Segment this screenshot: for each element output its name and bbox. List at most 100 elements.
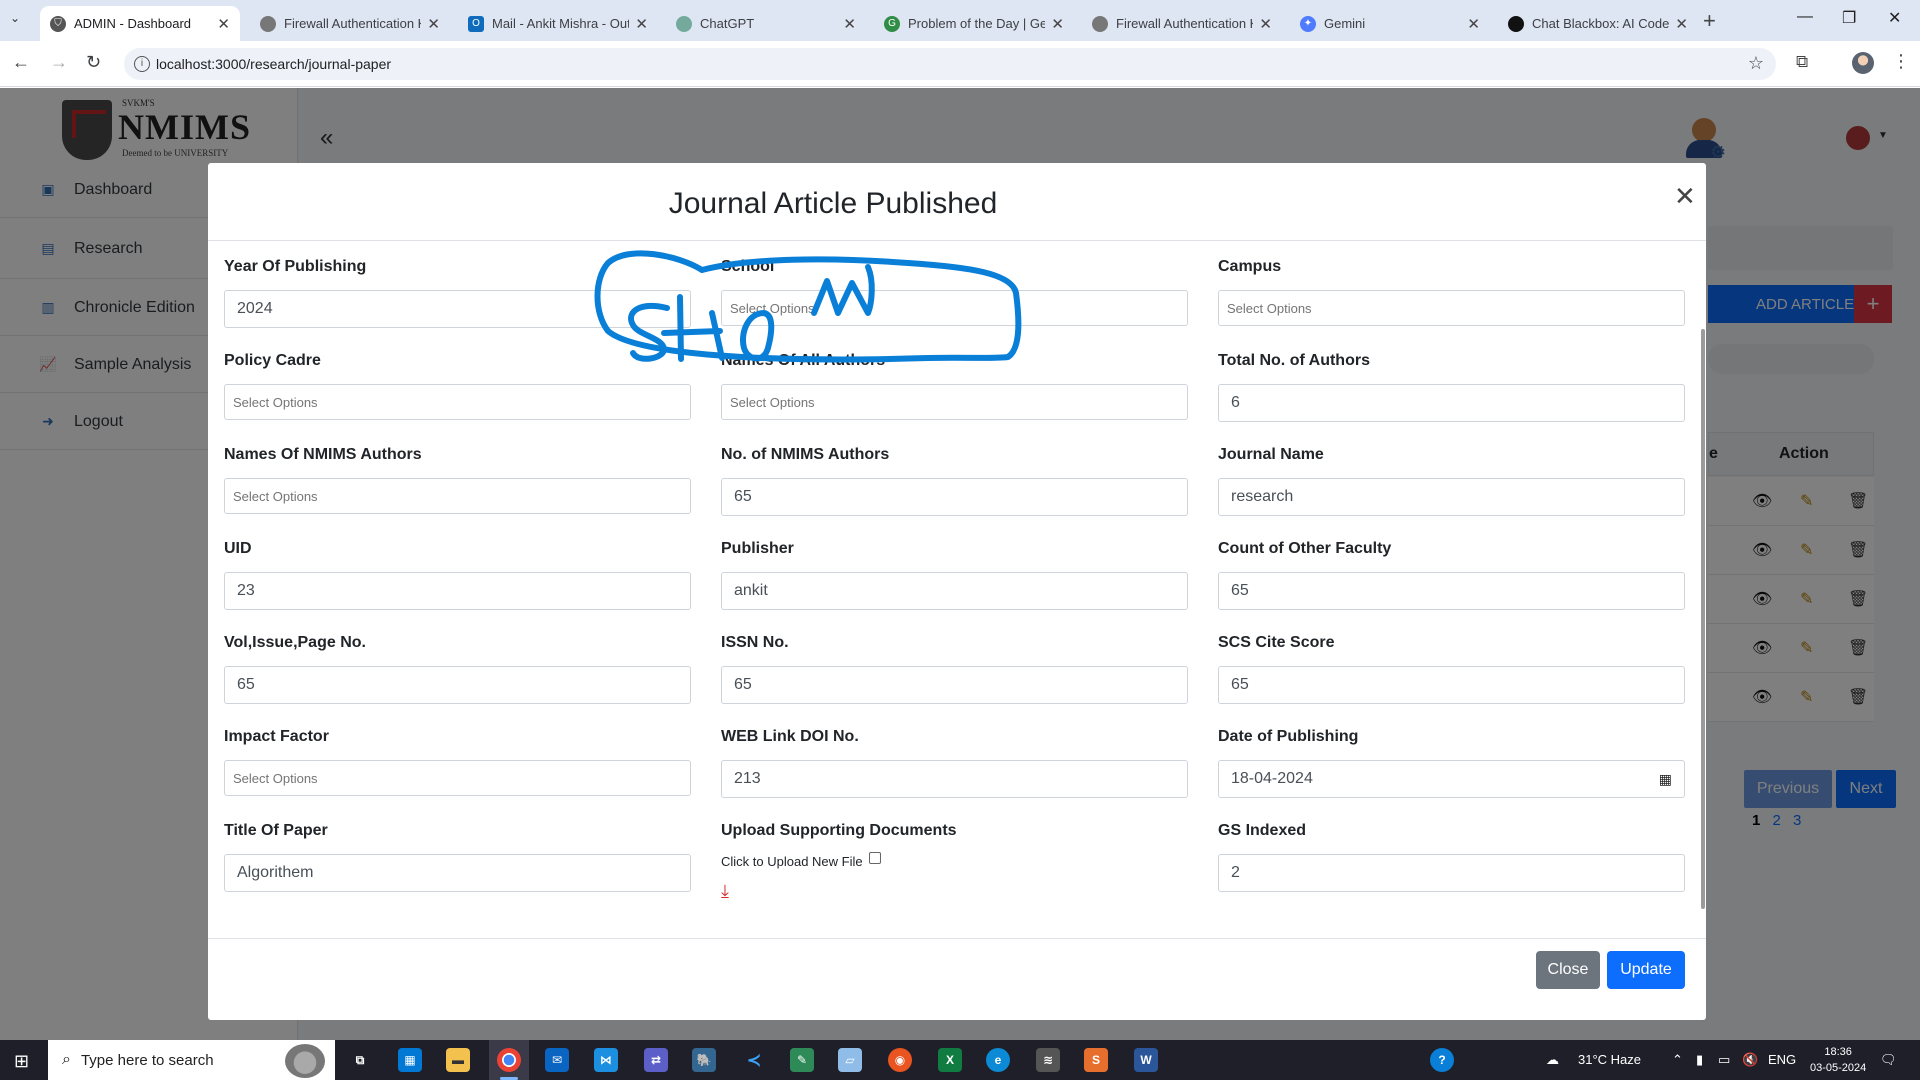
all-authors-select[interactable]: Select Options bbox=[721, 384, 1188, 420]
update-button[interactable]: Update bbox=[1607, 951, 1685, 989]
calendar-icon[interactable]: ▦ bbox=[1659, 771, 1672, 788]
windows-taskbar: ⊞ ⌕ Type here to search ⧉ ▦ ▬ ✉ ⋈ ⇄ 🐘 ≺ … bbox=[0, 1040, 1920, 1080]
system-clock[interactable]: 18:36 03-05-2024 bbox=[1810, 1044, 1866, 1076]
field-label: Total No. of Authors bbox=[1218, 352, 1370, 369]
nmims-authors-count-input[interactable]: 65 bbox=[721, 478, 1188, 516]
campus-select[interactable]: Select Options bbox=[1218, 290, 1685, 326]
windows-start-icon[interactable]: ⊞ bbox=[14, 1051, 29, 1072]
ubuntu-icon[interactable]: ◉ bbox=[888, 1048, 912, 1072]
modal-scrollbar[interactable] bbox=[1701, 329, 1705, 909]
doi-input[interactable]: 213 bbox=[721, 760, 1188, 798]
browser-menu-icon[interactable]: ⋮ bbox=[1892, 51, 1910, 72]
policy-cadre-select[interactable]: Select Options bbox=[224, 384, 691, 420]
taskbar-search[interactable]: ⌕ Type here to search bbox=[48, 1040, 335, 1080]
shield-favicon-icon: ⛉ bbox=[50, 15, 66, 32]
close-tab-icon[interactable]: ✕ bbox=[427, 15, 440, 33]
total-authors-input[interactable]: 6 bbox=[1218, 384, 1685, 422]
close-tab-icon[interactable]: ✕ bbox=[1051, 15, 1064, 33]
title-input[interactable]: Algorithem bbox=[224, 854, 691, 892]
field-label: Date of Publishing bbox=[1218, 728, 1359, 745]
weather-icon[interactable]: ☁ bbox=[1546, 1052, 1559, 1068]
bookmark-star-icon[interactable]: ☆ bbox=[1748, 53, 1764, 74]
profile-avatar[interactable] bbox=[1852, 52, 1874, 74]
file-explorer-icon[interactable]: ▬ bbox=[446, 1048, 470, 1072]
upload-checkbox[interactable] bbox=[868, 851, 881, 864]
close-icon[interactable]: ✕ bbox=[1674, 181, 1696, 212]
close-tab-icon[interactable]: ✕ bbox=[635, 15, 648, 33]
browser-tabstrip: ⌄ ⛉ ADMIN - Dashboard ✕ Firewall Authent… bbox=[0, 0, 1920, 41]
journal-name-input[interactable]: research bbox=[1218, 478, 1685, 516]
minimize-icon[interactable]: — bbox=[1797, 8, 1813, 26]
notepadpp-icon[interactable]: ✎ bbox=[790, 1048, 814, 1072]
nmims-authors-select[interactable]: Select Options bbox=[224, 478, 691, 514]
close-tab-icon[interactable]: ✕ bbox=[1259, 15, 1272, 33]
uid-input[interactable]: 23 bbox=[224, 572, 691, 610]
url-text[interactable]: localhost:3000/research/journal-paper bbox=[156, 56, 391, 72]
word-icon[interactable]: W bbox=[1134, 1048, 1158, 1072]
site-info-icon[interactable]: i bbox=[134, 56, 150, 72]
excel-icon[interactable]: X bbox=[938, 1048, 962, 1072]
close-button[interactable]: Close bbox=[1536, 951, 1600, 989]
tab-outlook-mail[interactable]: O Mail - Ankit Mishra - Outl ✕ bbox=[458, 6, 658, 41]
postgres-icon[interactable]: 🐘 bbox=[692, 1048, 716, 1072]
close-tab-icon[interactable]: ✕ bbox=[1467, 15, 1480, 33]
field-label: No. of NMIMS Authors bbox=[721, 446, 890, 463]
field-school: School Select Options bbox=[721, 258, 1188, 326]
tray-chevron-icon[interactable]: ⌃ bbox=[1672, 1052, 1683, 1068]
gemini-sparkle-icon: ✦ bbox=[1300, 15, 1316, 32]
close-tab-icon[interactable]: ✕ bbox=[217, 15, 230, 33]
new-tab-icon[interactable]: + bbox=[1703, 8, 1716, 34]
back-icon[interactable]: ← bbox=[12, 52, 30, 73]
extensions-puzzle-icon[interactable]: ⧉ bbox=[1796, 52, 1808, 72]
upload-new-file-toggle[interactable]: Click to Upload New File bbox=[721, 851, 1188, 869]
other-faculty-input[interactable]: 65 bbox=[1218, 572, 1685, 610]
koala-search-highlight-icon bbox=[285, 1044, 325, 1078]
mail-icon[interactable]: ✉ bbox=[545, 1048, 569, 1072]
reload-icon[interactable]: ↻ bbox=[86, 52, 101, 73]
tab-admin-dashboard[interactable]: ⛉ ADMIN - Dashboard ✕ bbox=[40, 6, 240, 41]
gs-indexed-input[interactable]: 2 bbox=[1218, 854, 1685, 892]
notes-icon[interactable]: ▱ bbox=[838, 1048, 862, 1072]
field-issn: ISSN No. 65 bbox=[721, 634, 1188, 704]
tab-gemini[interactable]: ✦ Gemini ✕ bbox=[1290, 6, 1490, 41]
language-indicator[interactable]: ENG bbox=[1768, 1052, 1796, 1067]
forward-icon[interactable]: → bbox=[50, 52, 68, 73]
close-tab-icon[interactable]: ✕ bbox=[843, 15, 856, 33]
chrome-icon[interactable] bbox=[497, 1048, 521, 1072]
vscode-icon[interactable]: ≺ bbox=[742, 1048, 766, 1072]
tray-app-icon[interactable]: ▮ bbox=[1696, 1052, 1703, 1068]
year-input[interactable]: 2024 bbox=[224, 290, 691, 328]
tab-chatgpt[interactable]: ChatGPT ✕ bbox=[666, 6, 866, 41]
flag-app-icon[interactable]: ≋ bbox=[1036, 1048, 1060, 1072]
edge-icon[interactable]: e bbox=[986, 1048, 1010, 1072]
tab-geeks-potd[interactable]: G Problem of the Day | Geek ✕ bbox=[874, 6, 1074, 41]
task-view-icon[interactable]: ⧉ bbox=[348, 1048, 372, 1072]
restore-icon[interactable]: ❐ bbox=[1842, 8, 1856, 28]
window-close-icon[interactable]: ✕ bbox=[1888, 8, 1901, 28]
modal-footer: Close Update bbox=[208, 938, 1706, 1020]
tab-firewall-2[interactable]: Firewall Authentication Ke ✕ bbox=[1082, 6, 1282, 41]
tab-search-icon[interactable]: ⌄ bbox=[10, 11, 20, 25]
issn-input[interactable]: 65 bbox=[721, 666, 1188, 704]
vol-issue-input[interactable]: 65 bbox=[224, 666, 691, 704]
scs-cite-input[interactable]: 65 bbox=[1218, 666, 1685, 704]
close-tab-icon[interactable]: ✕ bbox=[1675, 15, 1688, 33]
download-icon[interactable]: ⤓ bbox=[721, 881, 1188, 902]
help-icon[interactable]: ? bbox=[1430, 1048, 1454, 1072]
notifications-icon[interactable]: 🗨 bbox=[1880, 1052, 1897, 1068]
remote-app-icon[interactable]: ⇄ bbox=[644, 1048, 668, 1072]
weather-text[interactable]: 31°C Haze bbox=[1578, 1052, 1641, 1067]
tab-blackbox[interactable]: Chat Blackbox: AI Code G ✕ bbox=[1498, 6, 1698, 41]
field-label: WEB Link DOI No. bbox=[721, 728, 859, 745]
store-icon[interactable]: ▦ bbox=[398, 1048, 422, 1072]
mysql-workbench-icon[interactable]: ⋈ bbox=[594, 1048, 618, 1072]
school-select[interactable]: Select Options bbox=[721, 290, 1188, 326]
tab-firewall-1[interactable]: Firewall Authentication Ke ✕ bbox=[250, 6, 450, 41]
network-icon[interactable]: ▭ bbox=[1718, 1052, 1730, 1068]
impact-factor-select[interactable]: Select Options bbox=[224, 760, 691, 796]
date-input[interactable]: 18-04-2024 ▦ bbox=[1218, 760, 1685, 798]
volume-icon[interactable]: 🔇 bbox=[1742, 1052, 1758, 1068]
address-bar[interactable]: i localhost:3000/research/journal-paper … bbox=[124, 48, 1776, 80]
sublime-icon[interactable]: S bbox=[1084, 1048, 1108, 1072]
publisher-input[interactable]: ankit bbox=[721, 572, 1188, 610]
